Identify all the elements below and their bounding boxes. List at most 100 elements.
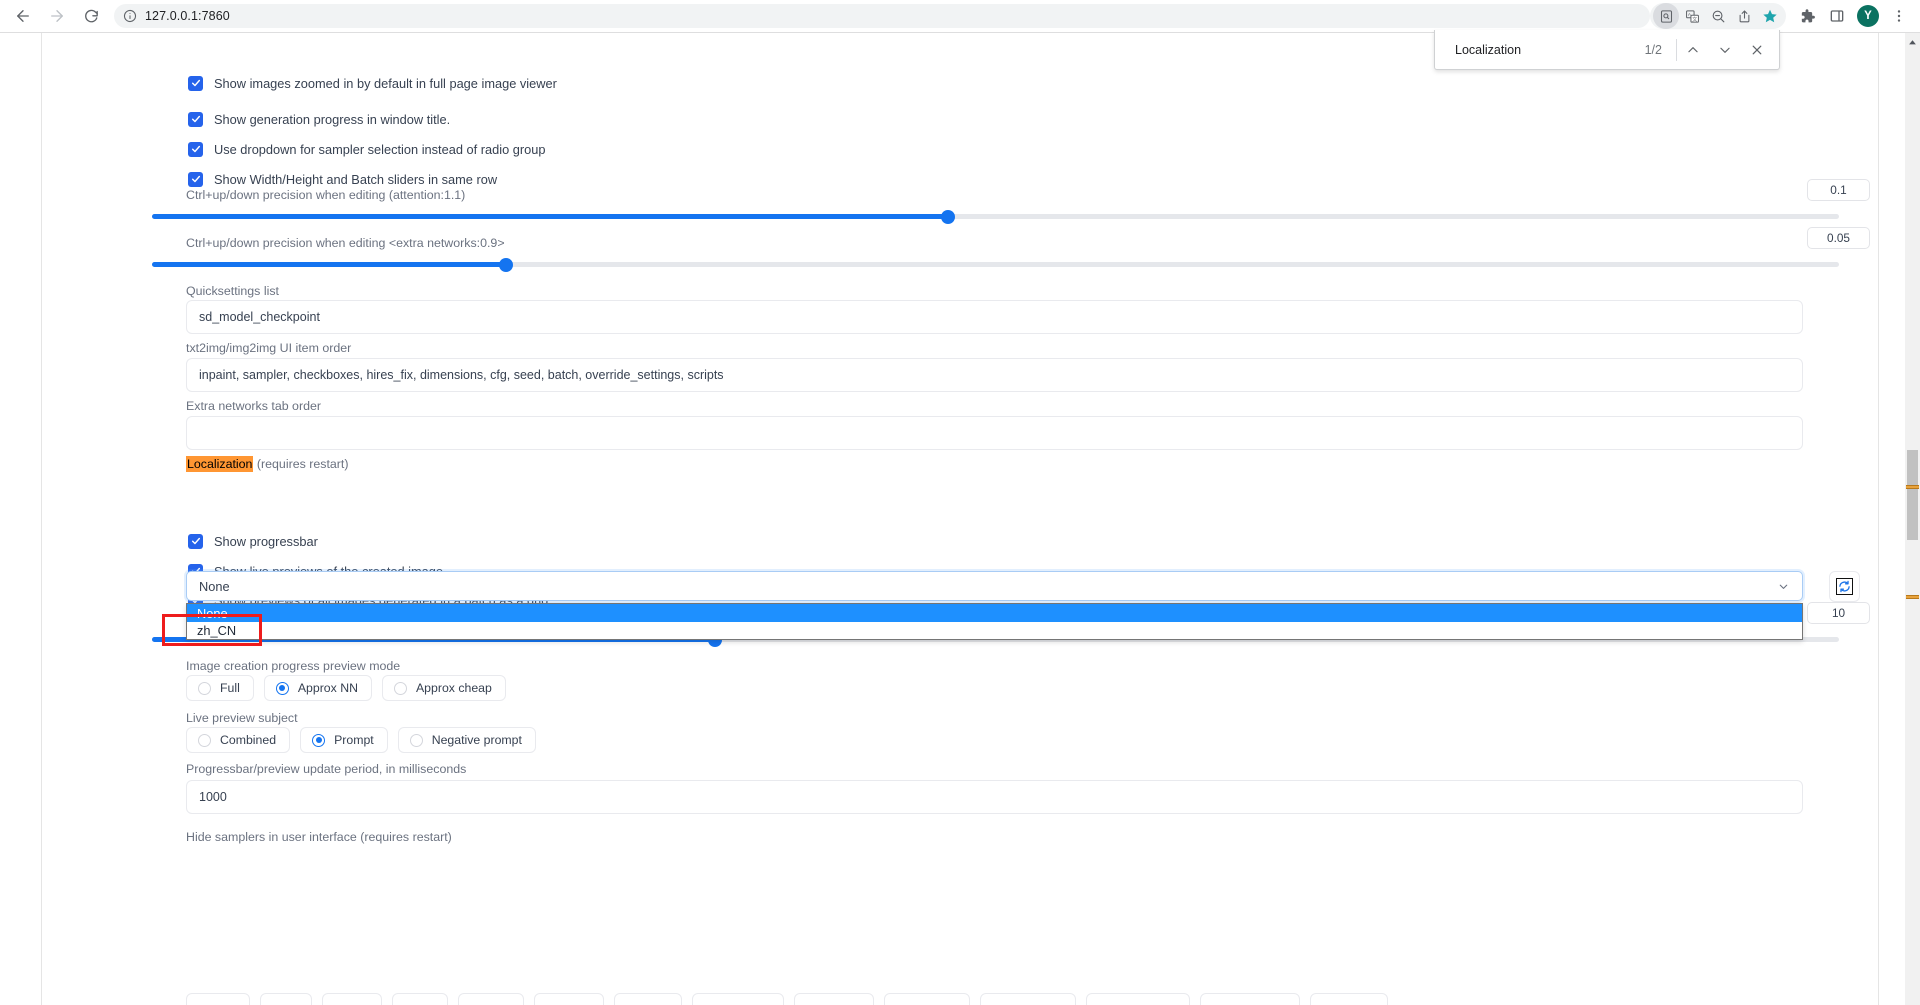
address-bar[interactable]: 127.0.0.1:7860 — [114, 4, 1650, 28]
radio-dot — [409, 733, 423, 747]
radio-option-0-1[interactable]: Approx NN — [263, 675, 372, 701]
checkbox-box[interactable] — [188, 141, 203, 157]
radio-group-1: Combined Prompt Negative prompt — [186, 727, 536, 753]
checkbox-box[interactable] — [188, 75, 203, 91]
browser-toolbar: 127.0.0.1:7860 文A Y — [0, 0, 1920, 33]
scroll-up-arrow-icon[interactable] — [1905, 35, 1920, 49]
slider-thumb-1[interactable] — [499, 257, 514, 272]
radio-dot — [275, 681, 289, 695]
scrollbar-find-mark-1 — [1906, 595, 1919, 599]
radio-option-1-1[interactable]: Prompt — [300, 727, 388, 753]
sampler-chip-10[interactable] — [980, 993, 1076, 1005]
radio-option-1-2[interactable]: Negative prompt — [397, 727, 536, 753]
find-previous-button[interactable] — [1677, 34, 1709, 66]
checkbox-box[interactable] — [188, 111, 203, 127]
dropdown-option-None[interactable]: None — [187, 604, 1802, 622]
omnibox-action-pill: 文A — [1650, 3, 1786, 29]
forward-button[interactable] — [42, 1, 72, 31]
sampler-chip-6[interactable] — [614, 993, 682, 1005]
radio-option-0-2[interactable]: Approx cheap — [381, 675, 506, 701]
site-info-icon[interactable] — [123, 9, 137, 23]
find-close-icon[interactable] — [1741, 34, 1773, 66]
bookmark-star-icon[interactable] — [1757, 3, 1783, 29]
side-panel-icon[interactable] — [1823, 2, 1851, 30]
chevron-down-icon — [1777, 580, 1790, 593]
checkbox-box[interactable] — [188, 171, 203, 187]
radio-group-label-0: Image creation progress preview mode — [186, 659, 401, 673]
share-icon[interactable] — [1731, 3, 1757, 29]
radio-option-label: Combined — [220, 733, 277, 747]
sampler-chip-3[interactable] — [392, 993, 448, 1005]
sampler-chip-1[interactable] — [260, 993, 312, 1005]
sampler-chip-2[interactable] — [322, 993, 382, 1005]
zoom-out-icon[interactable] — [1705, 3, 1731, 29]
find-in-page-bar: 1/2 — [1434, 30, 1780, 70]
checkbox-label: Show images zoomed in by default in full… — [214, 75, 557, 91]
checkbox-box[interactable] — [188, 533, 203, 549]
sampler-chip-5[interactable] — [534, 993, 604, 1005]
scrollbar-thumb[interactable] — [1907, 450, 1918, 540]
sampler-chip-11[interactable] — [1086, 993, 1190, 1005]
page-scrollbar[interactable] — [1905, 33, 1920, 1005]
slider-track-0[interactable] — [152, 209, 1839, 224]
checkbox-label: Use dropdown for sampler selection inste… — [214, 141, 546, 157]
toolbar-actions: 文A Y — [1650, 2, 1920, 30]
hide-samplers-label: Hide samplers in user interface (require… — [186, 830, 452, 844]
slider-value-box-0[interactable]: 0.1 — [1807, 179, 1870, 201]
checkbox-row-top-0[interactable]: Show images zoomed in by default in full… — [188, 74, 557, 92]
slider-label-0: Ctrl+up/down precision when editing (att… — [186, 188, 466, 202]
avatar[interactable]: Y — [1857, 5, 1879, 27]
text-input-2[interactable] — [186, 416, 1803, 450]
localization-dropdown[interactable]: None — [186, 571, 1803, 601]
url-text: 127.0.0.1:7860 — [145, 9, 230, 23]
extensions-icon[interactable] — [1793, 2, 1821, 30]
radio-group-0: Full Approx NN Approx cheap — [186, 675, 506, 701]
radio-dot — [198, 733, 211, 747]
text-field-label-0: Quicksettings list — [186, 284, 279, 298]
radio-option-1-0[interactable]: Combined — [186, 727, 291, 753]
sampler-chip-8[interactable] — [794, 993, 874, 1005]
checkbox-row-top-1[interactable]: Show generation progress in window title… — [188, 110, 450, 128]
refresh-localization-button[interactable] — [1829, 571, 1860, 602]
sampler-chip-13[interactable] — [1310, 993, 1388, 1005]
svg-text:文: 文 — [1692, 15, 1697, 22]
slider-thumb-0[interactable] — [941, 209, 956, 224]
dropdown-option-zh_CN[interactable]: zh_CN — [187, 622, 1802, 639]
find-next-button[interactable] — [1709, 34, 1741, 66]
text-input-0[interactable]: sd_model_checkpoint — [186, 300, 1803, 334]
text-input-progressbar-period[interactable]: 1000 — [186, 780, 1803, 814]
slider-value-box-live-preview[interactable]: 10 — [1807, 602, 1870, 624]
checkbox-row-top-3[interactable]: Show Width/Height and Batch sliders in s… — [188, 170, 497, 188]
checkbox-label: Show generation progress in window title… — [214, 111, 451, 127]
text-field-label-2: Extra networks tab order — [186, 399, 321, 413]
checkbox-row-show-progressbar[interactable]: Show progressbar — [188, 532, 318, 550]
localization-option-list[interactable]: None zh_CN — [186, 603, 1803, 640]
sampler-chip-12[interactable] — [1200, 993, 1300, 1005]
sampler-chip-7[interactable] — [692, 993, 784, 1005]
text-input-1[interactable]: inpaint, sampler, checkboxes, hires_fix,… — [186, 358, 1803, 392]
reader-mode-icon[interactable] — [1653, 3, 1679, 29]
sampler-chip-4[interactable] — [458, 993, 524, 1005]
sampler-chip-9[interactable] — [884, 993, 970, 1005]
slider-fill-0 — [152, 214, 949, 219]
radio-option-label: Approx cheap — [415, 681, 492, 695]
radio-option-label: Negative prompt — [431, 733, 522, 747]
slider-value-box-1[interactable]: 0.05 — [1807, 227, 1870, 249]
back-button[interactable] — [8, 1, 38, 31]
translate-icon[interactable]: 文A — [1679, 3, 1705, 29]
radio-option-label: Approx NN — [297, 681, 358, 695]
scrollbar-find-mark-0 — [1906, 485, 1919, 489]
slider-track-1[interactable] — [152, 257, 1839, 272]
hide-samplers-chip-row — [186, 993, 1388, 1005]
checkbox-row-top-2[interactable]: Use dropdown for sampler selection inste… — [188, 140, 545, 158]
localization-label: Localization (requires restart) — [186, 456, 349, 472]
radio-option-0-0[interactable]: Full — [186, 675, 254, 701]
text-field-label-progressbar-period: Progressbar/preview update period, in mi… — [186, 762, 467, 776]
localization-label-rest: (requires restart) — [253, 457, 349, 471]
find-input[interactable] — [1435, 42, 1645, 57]
more-menu-icon[interactable] — [1885, 2, 1913, 30]
content-right-border — [1878, 33, 1879, 1005]
content-left-border — [41, 33, 42, 1005]
reload-button[interactable] — [76, 1, 106, 31]
sampler-chip-0[interactable] — [186, 993, 250, 1005]
